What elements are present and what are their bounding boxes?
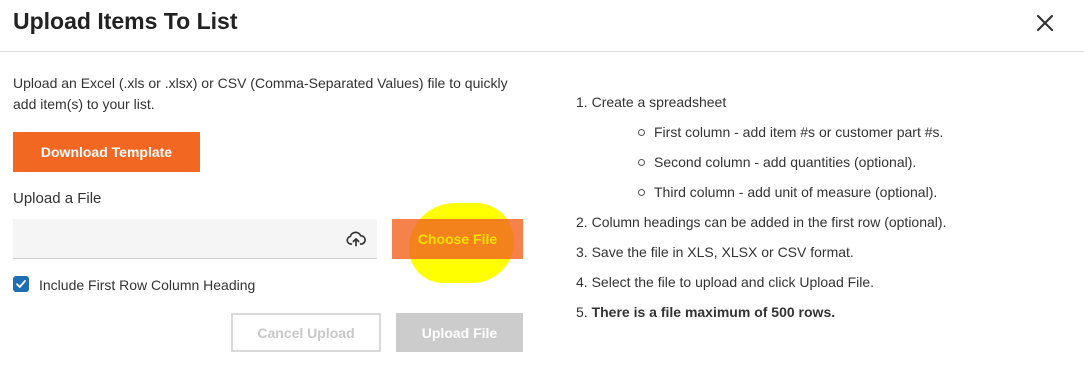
- instruction-subitem: First column - add item #s or customer p…: [638, 124, 943, 140]
- circle-bullet-icon: [638, 129, 645, 136]
- step-text: There is a file maximum of 500 rows.: [591, 304, 836, 320]
- instruction-step: 2. Column headings can be added in the f…: [576, 214, 946, 230]
- modal-header: Upload Items To List: [0, 0, 1084, 52]
- instruction-subitem: Third column - add unit of measure (opti…: [638, 184, 937, 200]
- intro-text: Upload an Excel (.xls or .xlsx) or CSV (…: [13, 75, 508, 112]
- subitem-text: First column - add item #s or customer p…: [654, 124, 944, 140]
- instruction-step: 4. Select the file to upload and click U…: [576, 274, 874, 290]
- step-number: 3.: [576, 244, 588, 260]
- instruction-step: 5. There is a file maximum of 500 rows.: [576, 304, 835, 320]
- step-text: Save the file in XLS, XLSX or CSV format…: [591, 244, 854, 260]
- step-text: Column headings can be added in the firs…: [591, 214, 947, 230]
- step-number: 4.: [576, 274, 588, 290]
- cloud-upload-icon[interactable]: [346, 230, 366, 248]
- checkmark-icon: [16, 280, 26, 288]
- include-heading-checkbox[interactable]: [13, 276, 29, 292]
- file-path-input[interactable]: [13, 219, 333, 258]
- upload-file-button[interactable]: Upload File: [396, 313, 523, 352]
- include-heading-label[interactable]: Include First Row Column Heading: [39, 277, 255, 293]
- instruction-step: 1. Create a spreadsheet: [576, 94, 726, 110]
- step-text: Select the file to upload and click Uplo…: [591, 274, 875, 290]
- choose-file-button[interactable]: Choose File: [392, 219, 523, 259]
- upload-file-label: Upload a File: [13, 190, 102, 207]
- subitem-text: Second column - add quantities (optional…: [654, 154, 917, 170]
- cancel-upload-button[interactable]: Cancel Upload: [231, 313, 381, 352]
- step-number: 2.: [576, 214, 588, 230]
- close-button[interactable]: [1033, 11, 1057, 35]
- download-template-button[interactable]: Download Template: [13, 132, 200, 172]
- instruction-subitem: Second column - add quantities (optional…: [638, 154, 916, 170]
- step-number: 1.: [576, 94, 588, 110]
- step-text: Create a spreadsheet: [591, 94, 727, 110]
- circle-bullet-icon: [638, 189, 645, 196]
- close-icon: [1036, 14, 1054, 32]
- circle-bullet-icon: [638, 159, 645, 166]
- modal-title: Upload Items To List: [13, 8, 238, 34]
- instruction-step: 3. Save the file in XLS, XLSX or CSV for…: [576, 244, 854, 260]
- subitem-text: Third column - add unit of measure (opti…: [654, 184, 938, 200]
- file-input-field[interactable]: [13, 219, 377, 259]
- step-number: 5.: [576, 304, 588, 320]
